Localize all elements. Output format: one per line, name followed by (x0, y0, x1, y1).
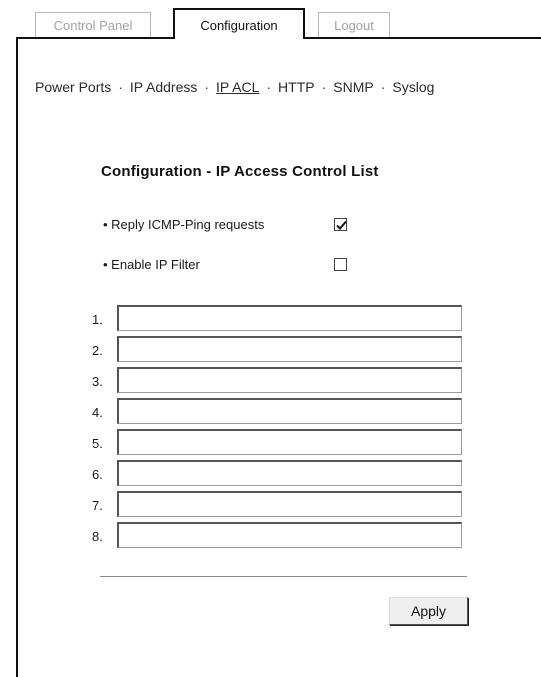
divider (100, 576, 467, 577)
tab-configuration[interactable]: Configuration (173, 8, 305, 39)
acl-entry-4-input[interactable] (117, 398, 462, 424)
acl-entry-8-input[interactable] (117, 522, 462, 548)
acl-entry-7-input[interactable] (117, 491, 462, 517)
tab-logout[interactable]: Logout (318, 12, 390, 37)
acl-entry-1-input[interactable] (117, 305, 462, 331)
acl-row-number: 5. (92, 436, 103, 451)
subnav-power-ports[interactable]: Power Ports (35, 79, 111, 95)
acl-row-number: 7. (92, 498, 103, 513)
acl-entry-6-input[interactable] (117, 460, 462, 486)
acl-row-number: 1. (92, 312, 103, 327)
acl-entry-5-input[interactable] (117, 429, 462, 455)
subnav-snmp[interactable]: SNMP (333, 79, 373, 95)
enable-ip-filter-label: • Enable IP Filter (103, 257, 200, 272)
acl-row-number: 6. (92, 467, 103, 482)
subnav-separator: · (321, 79, 327, 95)
subnav-separator: · (118, 79, 123, 95)
checkmark-icon (336, 220, 347, 230)
reply-icmp-label: • Reply ICMP-Ping requests (103, 217, 265, 232)
sub-navigation: Power Ports · IP Address · IP ACL · HTTP · SNMP ·… (35, 79, 434, 95)
acl-row-number: 3. (92, 374, 103, 389)
subnav-http[interactable]: HTTP (278, 79, 315, 95)
subnav-separator: · (266, 79, 272, 95)
subnav-separator: · (204, 79, 210, 95)
acl-row-number: 4. (92, 405, 103, 420)
tab-control-panel[interactable]: Control Panel (35, 12, 151, 37)
acl-row-number: 8. (92, 529, 103, 544)
acl-row-number: 2. (92, 343, 103, 358)
apply-button[interactable]: Apply (389, 597, 468, 625)
subnav-ip-acl[interactable]: IP ACL (216, 79, 259, 95)
subnav-ip-address[interactable]: IP Address (130, 79, 197, 95)
page-title: Configuration - IP Access Control List (101, 163, 379, 180)
enable-ip-filter-checkbox[interactable] (334, 258, 347, 271)
subnav-separator: · (380, 79, 386, 95)
reply-icmp-checkbox[interactable] (334, 218, 347, 231)
subnav-syslog[interactable]: Syslog (392, 79, 434, 95)
acl-entry-3-input[interactable] (117, 367, 462, 393)
acl-entry-2-input[interactable] (117, 336, 462, 362)
